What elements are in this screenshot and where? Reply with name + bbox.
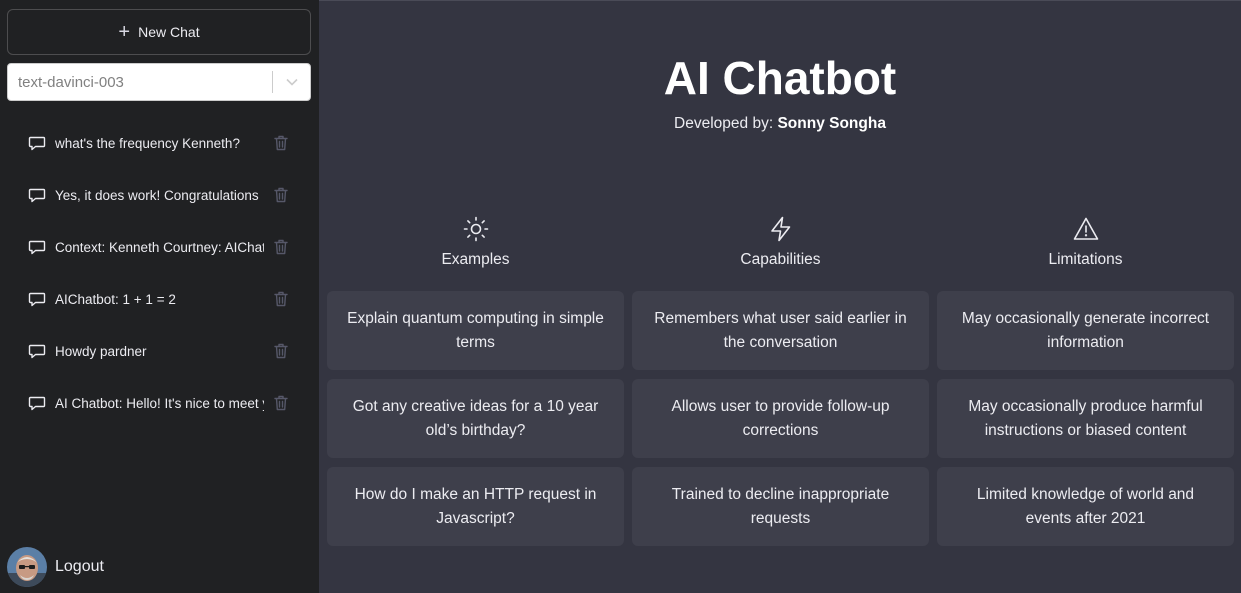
page-title: AI Chatbot: [663, 52, 897, 104]
chat-bubble-icon: [28, 344, 46, 359]
examples-column: Examples Explain quantum computing in si…: [327, 215, 624, 555]
chat-history-item[interactable]: Context: Kenneth Courtney: AIChatbot: [0, 221, 319, 273]
chat-bubble-icon: [28, 188, 46, 203]
plus-icon: +: [118, 21, 131, 43]
chat-bubble-icon: [28, 136, 46, 151]
trash-icon[interactable]: [271, 237, 291, 257]
sidebar: + New Chat text-davinci-003 what's the f…: [0, 0, 319, 593]
trash-icon[interactable]: [271, 393, 291, 413]
chat-bubble-icon: [28, 396, 46, 411]
chat-history-item[interactable]: Howdy pardner: [0, 325, 319, 377]
page-subtitle: Developed by: Sonny Songha: [319, 115, 1241, 133]
lightning-icon: [770, 216, 790, 242]
chat-history-label: AIChatbot: 1 + 1 = 2: [55, 291, 176, 307]
chat-history-item[interactable]: what's the frequency Kenneth?: [0, 117, 319, 169]
new-chat-button[interactable]: + New Chat: [7, 9, 311, 55]
chat-history-list: what's the frequency Kenneth? Yes, it do…: [0, 117, 319, 429]
chat-history-item[interactable]: AI Chatbot: Hello! It's nice to meet you: [0, 377, 319, 429]
chat-history-item[interactable]: Yes, it does work! Congratulations: [0, 169, 319, 221]
warning-icon: [1073, 217, 1098, 240]
capabilities-column: Capabilities Remembers what user said ea…: [632, 215, 929, 555]
chat-history-label: Howdy pardner: [55, 343, 147, 359]
chat-history-label: Yes, it does work! Congratulations: [55, 187, 259, 203]
example-card[interactable]: Got any creative ideas for a 10 year old…: [327, 379, 624, 458]
trash-icon[interactable]: [271, 185, 291, 205]
limitation-card: May occasionally produce harmful instruc…: [937, 379, 1234, 458]
developer-label: Developed by:: [674, 115, 774, 132]
capability-card: Allows user to provide follow-up correct…: [632, 379, 929, 458]
sun-icon: [463, 216, 488, 242]
chat-history-label: what's the frequency Kenneth?: [55, 135, 240, 151]
model-select[interactable]: text-davinci-003: [7, 63, 311, 101]
trash-icon[interactable]: [271, 289, 291, 309]
trash-icon[interactable]: [271, 133, 291, 153]
new-chat-label: New Chat: [138, 24, 200, 40]
column-header: Limitations: [937, 215, 1234, 291]
developer-name: Sonny Songha: [777, 115, 886, 132]
chat-history-label: AI Chatbot: Hello! It's nice to meet you: [55, 395, 264, 411]
example-card[interactable]: How do I make an HTTP request in Javascr…: [327, 467, 624, 546]
logout-label: Logout: [55, 558, 104, 575]
chat-history-label: Context: Kenneth Courtney: AIChatbot: [55, 239, 264, 255]
logout-button[interactable]: Logout: [7, 546, 104, 588]
column-heading: Capabilities: [740, 251, 821, 268]
column-header: Capabilities: [632, 215, 929, 291]
trash-icon[interactable]: [271, 341, 291, 361]
column-heading: Examples: [441, 251, 510, 268]
capability-card: Remembers what user said earlier in the …: [632, 291, 929, 370]
avatar: [7, 547, 47, 587]
column-heading: Limitations: [1048, 251, 1123, 268]
chat-bubble-icon: [28, 240, 46, 255]
main-panel: AI Chatbot Developed by: Sonny Songha Ex…: [319, 0, 1241, 593]
model-select-value: text-davinci-003: [18, 73, 124, 91]
column-header: Examples: [327, 215, 624, 291]
chat-bubble-icon: [28, 292, 46, 307]
example-card[interactable]: Explain quantum computing in simple term…: [327, 291, 624, 370]
capability-card: Trained to decline inappropriate request…: [632, 467, 929, 546]
chat-history-item[interactable]: AIChatbot: 1 + 1 = 2: [0, 273, 319, 325]
limitation-card: May occasionally generate incorrect info…: [937, 291, 1234, 370]
chevron-down-icon[interactable]: [273, 64, 310, 100]
limitation-card: Limited knowledge of world and events af…: [937, 467, 1234, 546]
limitations-column: Limitations May occasionally generate in…: [937, 215, 1234, 555]
